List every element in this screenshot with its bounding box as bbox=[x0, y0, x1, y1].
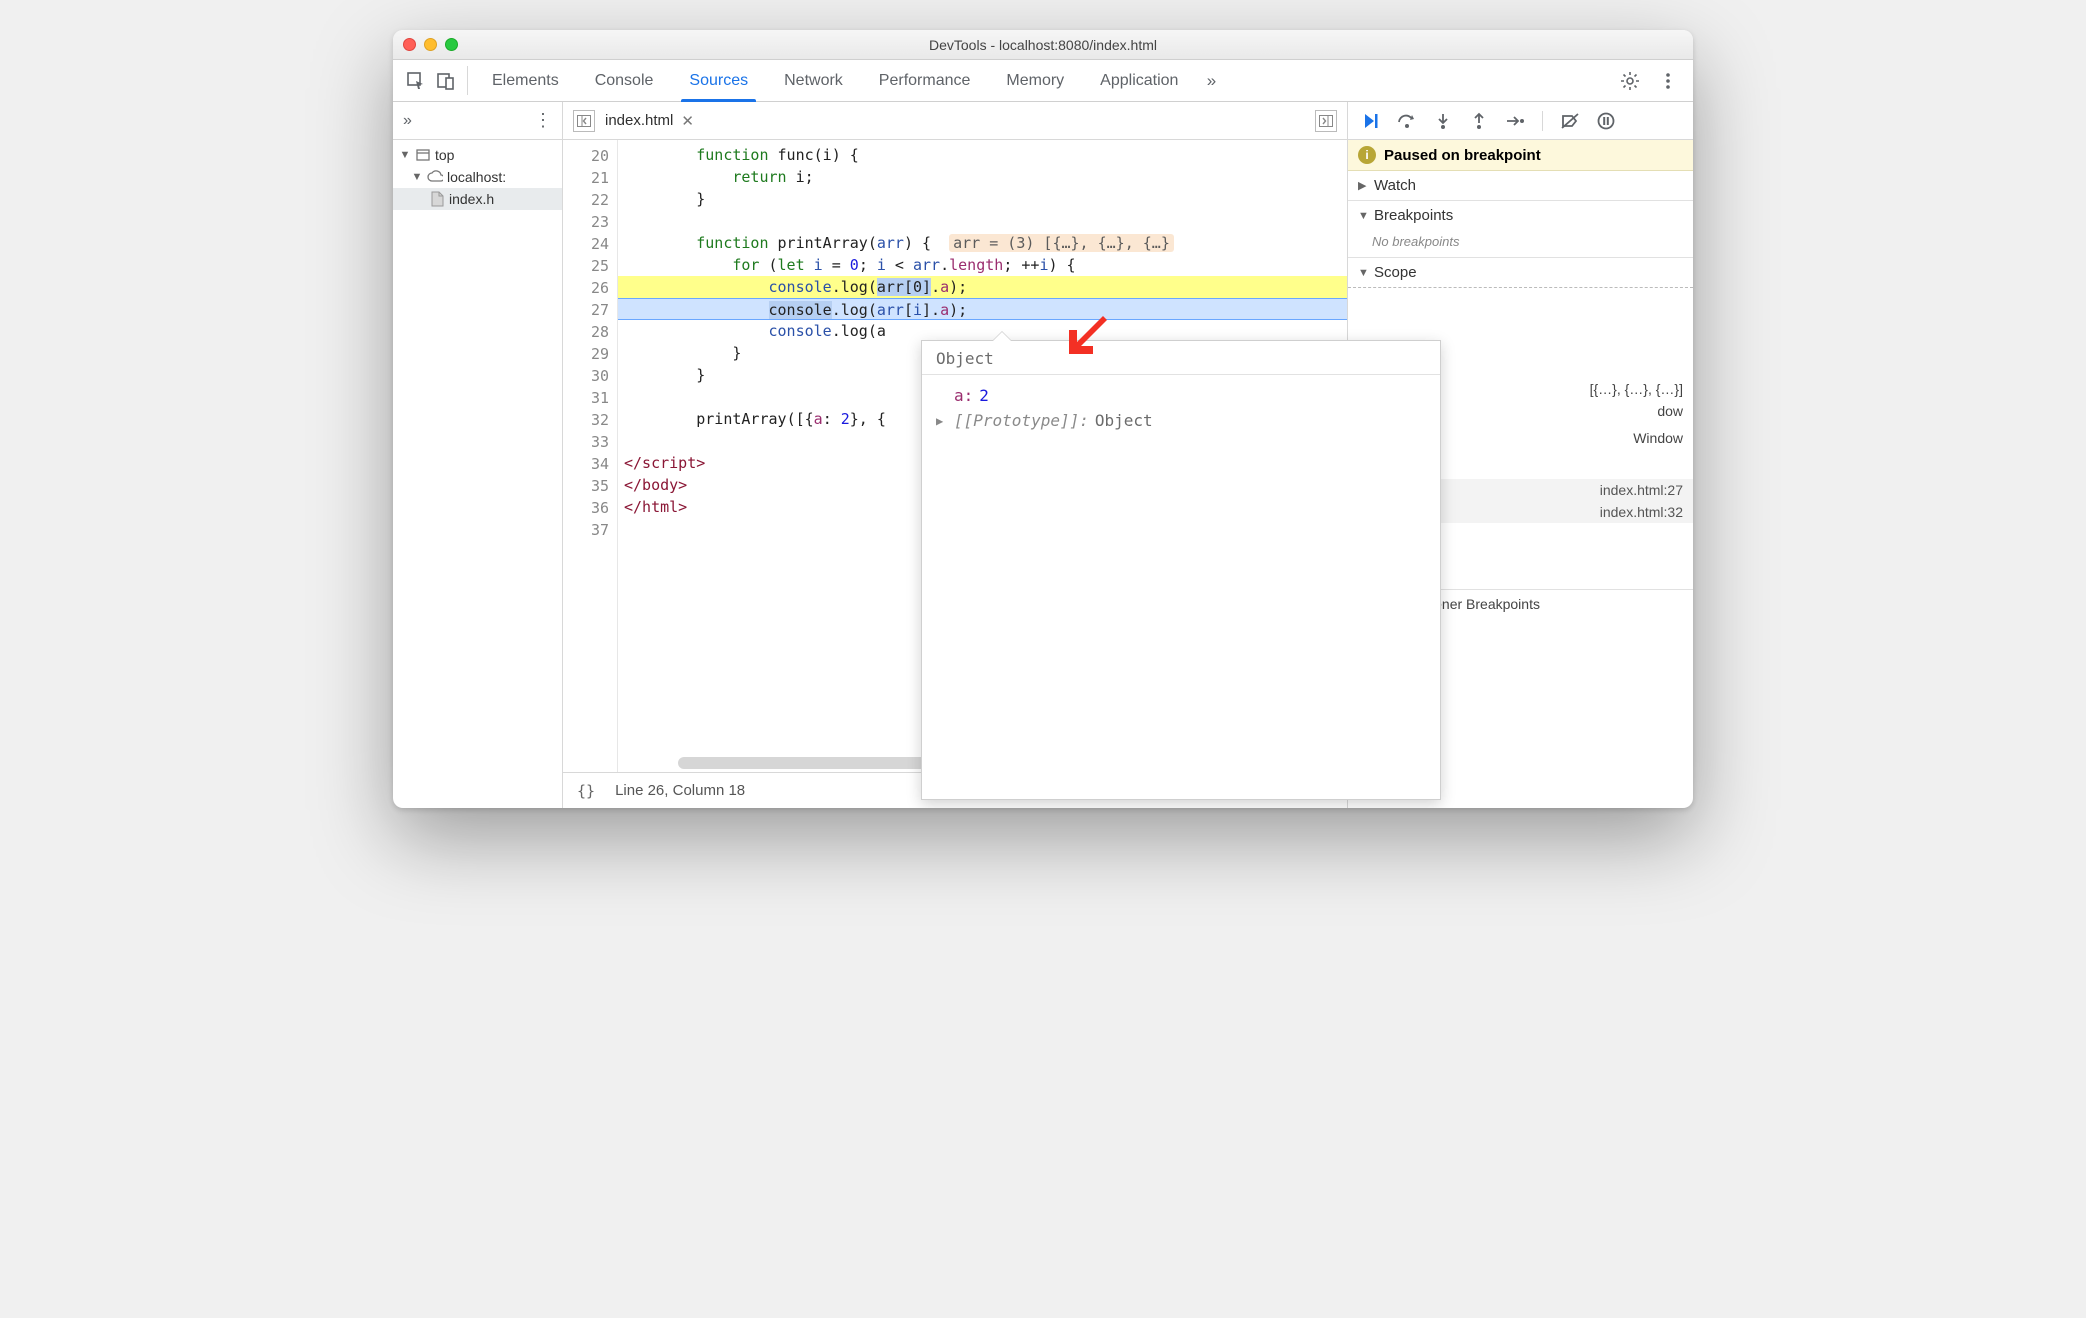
code-line[interactable]: function func(i) { bbox=[618, 144, 1347, 166]
line-number[interactable]: 27 bbox=[563, 298, 617, 320]
tab-console[interactable]: Console bbox=[577, 60, 672, 101]
annotation-arrow-icon bbox=[1063, 310, 1113, 360]
line-number[interactable]: 31 bbox=[563, 386, 617, 408]
tab-application[interactable]: Application bbox=[1082, 60, 1196, 101]
tab-performance[interactable]: Performance bbox=[861, 60, 989, 101]
object-hover-popup: Object a: 2 ▶ [[Prototype]]: Object bbox=[921, 340, 1441, 800]
step-over-icon[interactable] bbox=[1396, 110, 1418, 132]
paused-banner-text: Paused on breakpoint bbox=[1384, 147, 1541, 164]
code-line[interactable]: console.log(a bbox=[618, 320, 1347, 342]
disclosure-triangle-icon[interactable]: ▼ bbox=[399, 149, 411, 161]
line-number[interactable]: 33 bbox=[563, 430, 617, 452]
watch-section-header[interactable]: ▶ Watch bbox=[1348, 171, 1693, 200]
file-icon bbox=[429, 191, 445, 207]
step-into-icon[interactable] bbox=[1432, 110, 1454, 132]
main-tabbar: ElementsConsoleSourcesNetworkPerformance… bbox=[393, 60, 1693, 102]
popup-property-row[interactable]: a: 2 bbox=[936, 383, 1426, 408]
tab-sources[interactable]: Sources bbox=[671, 60, 766, 101]
popup-title: Object bbox=[922, 341, 1440, 375]
code-line[interactable]: for (let i = 0; i < arr.length; ++i) { bbox=[618, 254, 1347, 276]
code-line[interactable]: return i; bbox=[618, 166, 1347, 188]
frame-icon bbox=[415, 147, 431, 163]
disclosure-triangle-icon[interactable]: ▼ bbox=[1358, 267, 1370, 279]
section-title: Scope bbox=[1374, 264, 1417, 281]
cloud-icon bbox=[427, 169, 443, 185]
editor-file-tab[interactable]: index.html ✕ bbox=[605, 112, 694, 130]
tree-label: index.h bbox=[449, 191, 494, 207]
tab-network[interactable]: Network bbox=[766, 60, 861, 101]
tab-memory[interactable]: Memory bbox=[988, 60, 1082, 101]
tab-elements[interactable]: Elements bbox=[474, 60, 577, 101]
section-title: Breakpoints bbox=[1374, 207, 1453, 224]
titlebar: DevTools - localhost:8080/index.html bbox=[393, 30, 1693, 60]
line-number[interactable]: 29 bbox=[563, 342, 617, 364]
line-number[interactable]: 36 bbox=[563, 496, 617, 518]
line-number[interactable]: 21 bbox=[563, 166, 617, 188]
resume-icon[interactable] bbox=[1360, 110, 1382, 132]
code-line[interactable]: } bbox=[618, 188, 1347, 210]
toggle-debugger-icon[interactable] bbox=[1315, 110, 1337, 132]
code-line[interactable]: console.log(arr[i].a); bbox=[618, 298, 1347, 320]
line-number[interactable]: 22 bbox=[563, 188, 617, 210]
line-number[interactable]: 32 bbox=[563, 408, 617, 430]
popup-prototype-row[interactable]: ▶ [[Prototype]]: Object bbox=[936, 408, 1426, 433]
sources-sidebar: » ⋮ ▼ top ▼ localhost: bbox=[393, 102, 563, 808]
line-number[interactable]: 37 bbox=[563, 518, 617, 540]
line-number[interactable]: 23 bbox=[563, 210, 617, 232]
pause-on-exceptions-icon[interactable] bbox=[1595, 110, 1617, 132]
line-number[interactable]: 34 bbox=[563, 452, 617, 474]
tree-host[interactable]: ▼ localhost: bbox=[393, 166, 562, 188]
code-line[interactable]: function printArray(arr) { arr = (3) [{…… bbox=[618, 232, 1347, 254]
line-number[interactable]: 28 bbox=[563, 320, 617, 342]
breakpoints-empty-text: No breakpoints bbox=[1348, 230, 1693, 257]
line-number[interactable]: 24 bbox=[563, 232, 617, 254]
settings-gear-icon[interactable] bbox=[1617, 71, 1643, 91]
sidebar-menu-icon[interactable]: ⋮ bbox=[534, 110, 552, 131]
more-tabs-chevron-icon[interactable]: » bbox=[1196, 60, 1226, 101]
tree-label: localhost: bbox=[447, 169, 506, 185]
code-line[interactable] bbox=[618, 210, 1347, 232]
line-number[interactable]: 20 bbox=[563, 144, 617, 166]
step-out-icon[interactable] bbox=[1468, 110, 1490, 132]
device-toolbar-icon[interactable] bbox=[431, 60, 461, 101]
breakpoints-section-header[interactable]: ▼ Breakpoints bbox=[1348, 201, 1693, 230]
deactivate-breakpoints-icon[interactable] bbox=[1559, 110, 1581, 132]
window-title: DevTools - localhost:8080/index.html bbox=[393, 37, 1693, 53]
code-line[interactable]: console.log(arr[0].a); bbox=[618, 276, 1347, 298]
paused-banner: i Paused on breakpoint bbox=[1348, 140, 1693, 171]
line-number-gutter[interactable]: 202122232425262728293031323334353637 bbox=[563, 140, 618, 772]
line-number[interactable]: 35 bbox=[563, 474, 617, 496]
disclosure-triangle-icon[interactable]: ▶ bbox=[936, 414, 948, 428]
section-title: Watch bbox=[1374, 177, 1416, 194]
tree-label: top bbox=[435, 147, 454, 163]
line-number[interactable]: 30 bbox=[563, 364, 617, 386]
editor-tabbar: index.html ✕ bbox=[563, 102, 1347, 140]
step-icon[interactable] bbox=[1504, 110, 1526, 132]
line-number[interactable]: 26 bbox=[563, 276, 617, 298]
file-tree: ▼ top ▼ localhost: bbox=[393, 140, 562, 214]
inspect-element-icon[interactable] bbox=[401, 60, 431, 101]
more-menu-icon[interactable] bbox=[1655, 71, 1681, 91]
debugger-toolbar bbox=[1348, 102, 1693, 140]
close-tab-icon[interactable]: ✕ bbox=[681, 112, 694, 130]
scope-section-header[interactable]: ▼ Scope bbox=[1348, 258, 1693, 287]
line-number[interactable]: 25 bbox=[563, 254, 617, 276]
disclosure-triangle-icon[interactable]: ▶ bbox=[1358, 179, 1370, 192]
tree-top-frame[interactable]: ▼ top bbox=[393, 144, 562, 166]
file-tab-label: index.html bbox=[605, 112, 673, 129]
disclosure-triangle-icon[interactable]: ▼ bbox=[411, 171, 423, 183]
cursor-position: Line 26, Column 18 bbox=[615, 782, 745, 799]
disclosure-triangle-icon[interactable]: ▼ bbox=[1358, 210, 1370, 222]
tree-file-index[interactable]: index.h bbox=[393, 188, 562, 210]
info-icon: i bbox=[1358, 146, 1376, 164]
toggle-navigator-icon[interactable] bbox=[573, 110, 595, 132]
pretty-print-icon[interactable]: {} bbox=[577, 782, 595, 800]
sidebar-more-chevron-icon[interactable]: » bbox=[403, 112, 412, 130]
